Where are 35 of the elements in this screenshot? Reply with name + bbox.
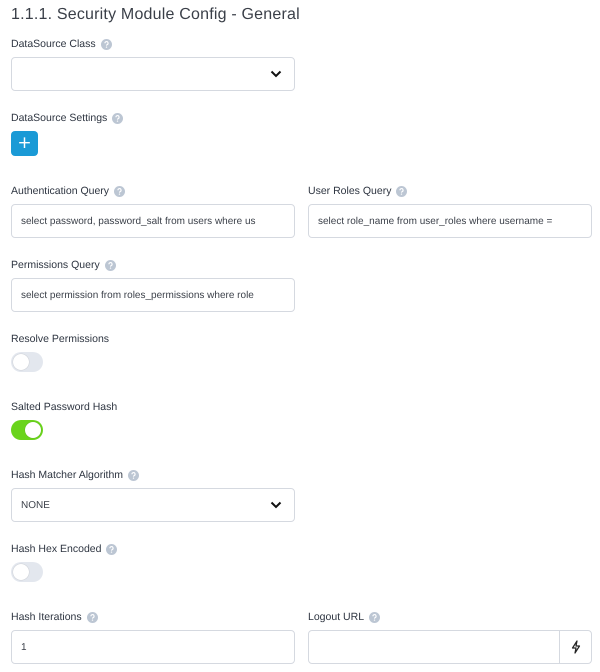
input-field[interactable]: select permission from roles_permissions where role xyxy=(11,278,295,312)
toggle-switch[interactable] xyxy=(11,352,43,372)
field-label: Logout URL xyxy=(308,611,364,623)
help-icon[interactable] xyxy=(106,544,118,554)
help-icon[interactable] xyxy=(112,112,124,124)
field-label: Hash Matcher Algorithm xyxy=(11,469,124,481)
help-icon[interactable] xyxy=(100,38,112,50)
lightning-icon xyxy=(570,640,580,654)
chevron-down-icon xyxy=(270,501,282,509)
input-field[interactable] xyxy=(308,630,592,664)
help-icon[interactable] xyxy=(114,186,126,196)
field-label: Hash Hex Encoded xyxy=(11,543,102,555)
toggle-switch[interactable] xyxy=(11,420,43,440)
help-icon[interactable] xyxy=(369,612,380,622)
page-title: 1.1.1. Security Module Config - General xyxy=(11,6,301,24)
select-field[interactable] xyxy=(11,57,295,91)
field-label: Resolve Permissions xyxy=(11,333,110,345)
chevron-down-icon xyxy=(270,70,282,78)
field-label: DataSource Class xyxy=(11,38,96,50)
field-label: Authentication Query xyxy=(11,185,110,197)
field-label: User Roles Query xyxy=(308,185,392,197)
field-label: DataSource Settings xyxy=(11,112,108,124)
toggle-switch[interactable] xyxy=(11,562,43,582)
input-field[interactable]: select role_name from user_roles where username = xyxy=(308,204,592,238)
help-icon[interactable] xyxy=(86,612,98,622)
input-field[interactable]: select password, password_salt from users where us xyxy=(11,204,295,238)
help-icon[interactable] xyxy=(396,186,408,196)
field-label: Hash Iterations xyxy=(11,611,82,623)
field-label: Permissions Query xyxy=(11,259,100,271)
help-icon[interactable] xyxy=(104,260,116,270)
field-label: Salted Password Hash xyxy=(11,401,118,413)
input-field[interactable]: 1 xyxy=(11,630,295,664)
help-icon[interactable] xyxy=(128,470,140,480)
select-value: NONE xyxy=(21,500,51,510)
select-field[interactable]: NONE xyxy=(11,488,295,522)
